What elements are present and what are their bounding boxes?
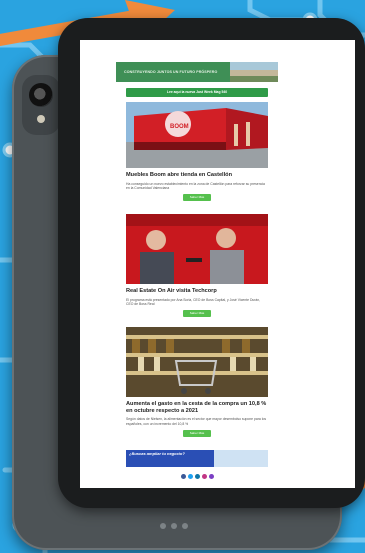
article-card: BOOM Muebles Boom abre tienda en Castell… [126, 102, 268, 202]
newsletter-email: CONSTRUYENDO JUNTOS UN FUTURO PRÓSPERO L… [104, 40, 290, 488]
smart-connector [160, 523, 188, 529]
banner-image [230, 62, 278, 82]
ipad-front: CONSTRUYENDO JUNTOS UN FUTURO PRÓSPERO L… [58, 18, 365, 508]
read-more-button[interactable]: Saber Más [183, 310, 211, 318]
facebook-icon[interactable] [180, 474, 186, 479]
store-photo: BOOM [126, 102, 268, 168]
read-magazine-button[interactable]: Lee aquí la nueva Just Week Mag 540 [126, 88, 268, 97]
promo-banner[interactable]: ¿Buscas ampliar tu negocio? [126, 450, 268, 467]
supermarket-photo [126, 327, 268, 397]
read-more-button[interactable]: Saber Más [183, 429, 211, 437]
read-more-button[interactable]: Saber Más [183, 194, 211, 202]
podcast-photo [126, 214, 268, 284]
tablet-screen: CONSTRUYENDO JUNTOS UN FUTURO PRÓSPERO L… [80, 40, 355, 488]
store-sign-text: BOOM [170, 124, 189, 130]
article-text: Según datos de Nielsen, la alimentación … [126, 417, 267, 426]
article-card: Aumenta el gasto en la cesta de la compr… [126, 327, 268, 437]
header-banner: CONSTRUYENDO JUNTOS UN FUTURO PRÓSPERO [116, 62, 278, 82]
article-title: Muebles Boom abre tienda en Castellón [126, 172, 232, 178]
article-card: Real Estate On Air visita Techcorp El pr… [126, 214, 268, 318]
article-text: El programa está presentado por Ana Sori… [126, 297, 261, 306]
article-title: Aumenta el gasto en la cesta de la compr… [126, 401, 267, 414]
promo-text: ¿Buscas ampliar tu negocio? [129, 451, 185, 456]
article-text: Ha conseguido un nuevo establecimiento e… [126, 181, 265, 190]
linkedin-icon[interactable] [194, 474, 200, 479]
twitter-icon[interactable] [187, 474, 193, 479]
article-title: Real Estate On Air visita Techcorp [126, 288, 217, 294]
instagram-icon[interactable] [201, 474, 207, 479]
social-links [104, 474, 290, 479]
banner-text: CONSTRUYENDO JUNTOS UN FUTURO PRÓSPERO [124, 69, 218, 74]
podcast-icon[interactable] [208, 474, 214, 479]
camera-icon [22, 75, 60, 135]
